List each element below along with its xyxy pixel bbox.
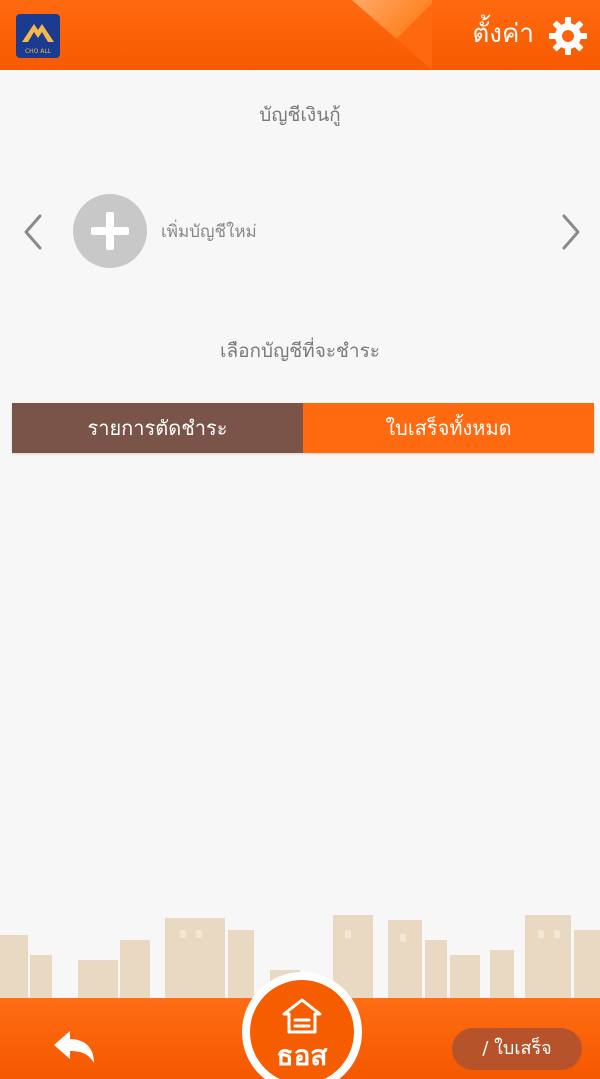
- receipt-button[interactable]: / ใบเสร็จ: [452, 1028, 582, 1070]
- chevron-right-icon[interactable]: [556, 212, 586, 252]
- settings-label[interactable]: ตั้งค่า: [472, 14, 534, 54]
- app-logo: CHO ALL: [16, 14, 60, 58]
- corner-fold-decoration: [352, 0, 432, 70]
- house-icon: [282, 998, 322, 1034]
- loan-accounts-title: บัญชีเงินกู้: [259, 104, 341, 126]
- add-account-label[interactable]: เพิ่มบัญชีใหม่: [161, 218, 257, 245]
- home-button-inner: ธอส: [250, 980, 354, 1079]
- chevron-left-icon[interactable]: [18, 212, 48, 252]
- tabs: รายการตัดชำระ ใบเสร็จทั้งหมด: [12, 403, 594, 453]
- back-arrow-icon[interactable]: [50, 1025, 98, 1069]
- tab-deduction-list[interactable]: รายการตัดชำระ: [12, 403, 303, 453]
- logo-text: CHO ALL: [24, 48, 52, 55]
- tab-all-receipts[interactable]: ใบเสร็จทั้งหมด: [303, 403, 594, 453]
- add-account-button[interactable]: [73, 194, 147, 268]
- app-header: CHO ALL ตั้งค่า: [0, 0, 600, 70]
- home-button-label: ธอส: [276, 1039, 328, 1072]
- plus-icon: [91, 212, 129, 250]
- gear-icon[interactable]: [546, 14, 590, 58]
- select-account-title: เลือกบัญชีที่จะชำระ: [219, 340, 381, 362]
